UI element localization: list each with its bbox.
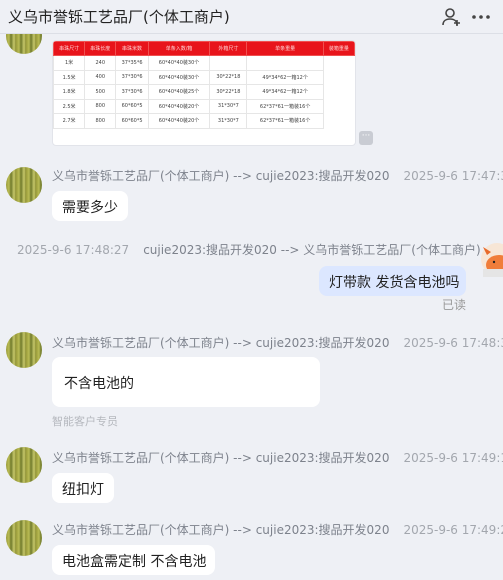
image-table-cell: 2.7米 xyxy=(53,113,86,129)
message-text: 不含电池的 xyxy=(64,376,134,392)
message-time: 2025-9-6 17:47:39 xyxy=(403,169,503,183)
image-table-cell: 49*34*62一箱12个 xyxy=(246,84,324,100)
avatar[interactable] xyxy=(6,167,42,203)
message-text: 需要多少 xyxy=(62,200,118,216)
message-bubble-self[interactable]: 灯带款 发货含电池吗 xyxy=(319,266,466,296)
image-message[interactable]: 串珠尺寸 串珠长度 串珠米数 单条入数/箱 外箱尺寸 单条重量 装箱重量 1米 240 37*3… xyxy=(52,40,356,146)
image-table: 串珠尺寸 串珠长度 串珠米数 单条入数/箱 外箱尺寸 单条重量 装箱重量 1米 240 37*3… xyxy=(53,41,355,129)
image-table-header: 串珠米数 xyxy=(115,41,149,56)
image-table-cell: 37*30*6 xyxy=(115,69,149,85)
image-table-cell: 1.8米 xyxy=(53,84,86,100)
message-bubble[interactable]: 需要多少 xyxy=(52,191,128,221)
self-avatar[interactable] xyxy=(477,241,503,277)
message-subtitle: 智能客户专员 xyxy=(52,415,118,428)
image-table-cell: 31*30*7 xyxy=(209,98,248,114)
avatar[interactable] xyxy=(6,520,42,556)
image-table-cell: 60*40*40装20个 xyxy=(147,98,211,114)
image-table-row: 1.5米 400 37*30*6 60*40*40装30个 30*22*18 49*34*… xyxy=(53,69,355,85)
image-table-cell: 31*30*7 xyxy=(209,113,248,129)
image-table-cell: 60*40*40装30个 xyxy=(147,55,211,71)
image-table-row: 1.8米 500 37*30*6 60*40*40装25个 30*22*18 49*34*… xyxy=(53,84,355,100)
message-bubble[interactable]: 电池盒需定制 不含电池 xyxy=(52,545,215,575)
image-table-row: 2.7米 800 60*60*5 60*40*40装20个 31*30*7 62*37*6… xyxy=(53,113,355,129)
image-table-cell: 400 xyxy=(84,69,117,85)
image-table-cell: 800 xyxy=(84,113,117,129)
message-meta: 义乌市誉铄工艺品厂(个体工商户) --> cujie2023:搜品开发020 20… xyxy=(52,449,503,466)
image-table-header: 串珠尺寸 xyxy=(53,41,86,56)
image-table-cell: 37*30*6 xyxy=(115,84,149,100)
chat-header: 义乌市誉铄工艺品厂(个体工商户) xyxy=(0,0,503,34)
read-status: 已读 xyxy=(442,298,467,312)
image-table-row: 1米 240 37*35*6 60*40*40装30个 xyxy=(53,55,355,71)
message-list[interactable]: 串珠尺寸 串珠长度 串珠米数 单条入数/箱 外箱尺寸 单条重量 装箱重量 1米 240 37*3… xyxy=(0,34,503,580)
image-table-cell: 1米 xyxy=(53,55,86,71)
message-meta: 2025-9-6 17:48:27 cujie2023:搜品开发020 --> 义… xyxy=(17,241,481,258)
message-sender: 义乌市誉铄工艺品厂(个体工商户) --> cujie2023:搜品开发020 xyxy=(52,169,390,183)
message-text: 灯带款 发货含电池吗 xyxy=(329,275,460,291)
image-table-cell: 30*22*18 xyxy=(209,84,248,100)
image-table-cell: 49*34*62一箱12个 xyxy=(246,69,324,85)
avatar[interactable] xyxy=(6,447,42,483)
image-table-cell xyxy=(209,55,248,71)
image-table-cell: 62*37*61一箱装16个 xyxy=(246,98,324,114)
image-table-cell: 60*60*5 xyxy=(115,113,149,129)
image-table-header: 单条入数/箱 xyxy=(147,41,211,56)
image-table-header: 单条重量 xyxy=(246,41,324,56)
avatar[interactable] xyxy=(6,34,42,54)
avatar[interactable] xyxy=(6,332,42,368)
image-table-row: 2.5米 800 60*60*5 60*40*40装20个 31*30*7 62*37*6… xyxy=(53,98,355,114)
message-time: 2025-9-6 17:48:34 xyxy=(403,336,503,350)
message-time: 2025-9-6 17:49:11 xyxy=(403,451,503,465)
cartoon-avatar-icon xyxy=(481,243,503,277)
message-bubble[interactable]: 纽扣灯 xyxy=(52,473,114,503)
message-meta: 义乌市誉铄工艺品厂(个体工商户) --> cujie2023:搜品开发020 20… xyxy=(52,334,503,351)
image-table-cell: 800 xyxy=(84,98,117,114)
message-sender: 义乌市誉铄工艺品厂(个体工商户) --> cujie2023:搜品开发020 xyxy=(52,451,390,465)
message-sender: 义乌市誉铄工艺品厂(个体工商户) --> cujie2023:搜品开发020 xyxy=(52,523,390,537)
message-meta: 义乌市誉铄工艺品厂(个体工商户) --> cujie2023:搜品开发020 20… xyxy=(52,167,503,184)
image-table-cell: 240 xyxy=(84,55,117,71)
image-table-cell: 1.5米 xyxy=(53,69,86,85)
image-table-cell: 500 xyxy=(84,84,117,100)
image-table-header: 外箱尺寸 xyxy=(209,41,248,56)
message-time: 2025-9-6 17:48:27 xyxy=(17,243,130,257)
image-table-cell: 62*37*61一箱装16个 xyxy=(246,113,324,129)
image-table-cell: 37*35*6 xyxy=(115,55,149,71)
message-time: 2025-9-6 17:49:26 xyxy=(403,523,503,537)
image-table-cell xyxy=(246,55,324,71)
message-text: 纽扣灯 xyxy=(62,482,104,498)
image-table-cell: 60*40*40装20个 xyxy=(147,113,211,129)
image-table-cell: 30*22*18 xyxy=(209,69,248,85)
message-text: 电池盒需定制 不含电池 xyxy=(62,554,207,570)
image-table-cell: 2.5米 xyxy=(53,98,86,114)
image-table-header: 装箱重量 xyxy=(322,41,355,56)
message-more-icon[interactable]: ··· xyxy=(359,131,373,145)
message-sender: cujie2023:搜品开发020 --> 义乌市誉铄工艺品厂(个体工商户) xyxy=(143,243,481,257)
add-member-icon[interactable] xyxy=(440,6,462,28)
message-meta: 义乌市誉铄工艺品厂(个体工商户) --> cujie2023:搜品开发020 20… xyxy=(52,521,503,538)
image-table-cell: 60*60*5 xyxy=(115,98,149,114)
image-table-header: 串珠长度 xyxy=(84,41,117,56)
message-sender: 义乌市誉铄工艺品厂(个体工商户) --> cujie2023:搜品开发020 xyxy=(52,336,390,350)
image-table-cell: 60*40*40装25个 xyxy=(147,84,211,100)
chat-title: 义乌市誉铄工艺品厂(个体工商户) xyxy=(8,8,230,26)
image-table-cell: 60*40*40装30个 xyxy=(147,69,211,85)
more-options-icon[interactable] xyxy=(470,6,492,28)
message-bubble[interactable]: 不含电池的 xyxy=(52,357,320,407)
